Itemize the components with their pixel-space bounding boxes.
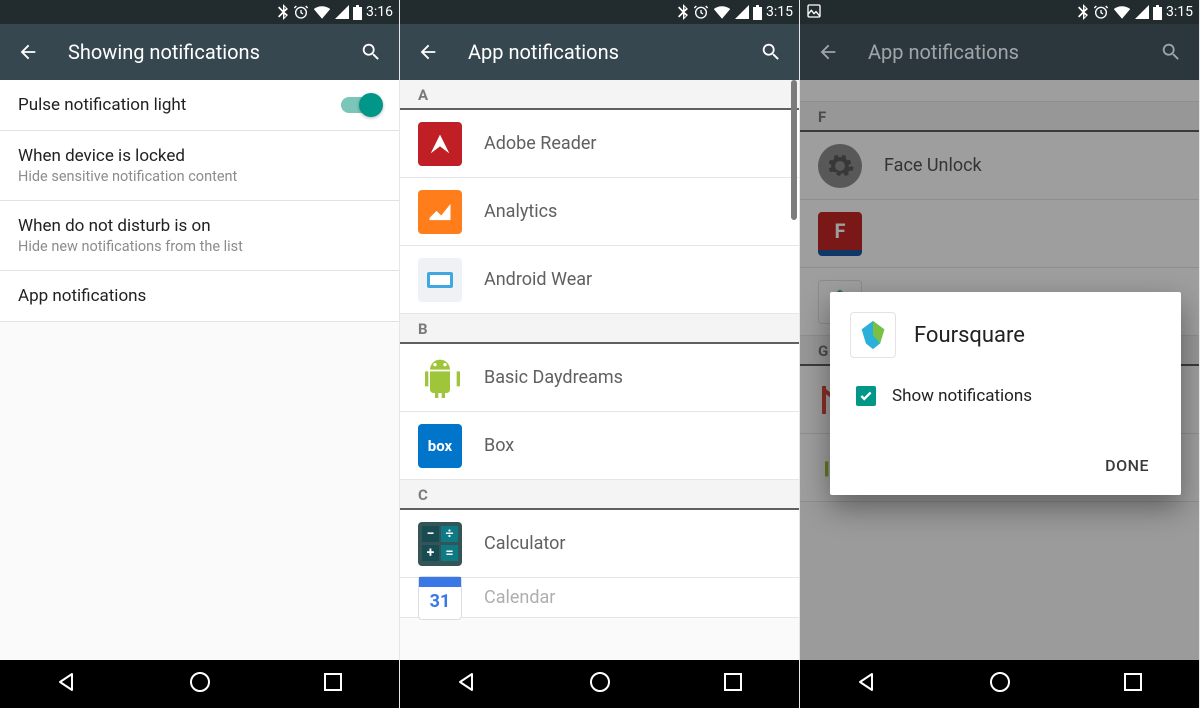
nav-home-icon[interactable]	[588, 670, 612, 698]
nav-recent-icon[interactable]	[722, 671, 744, 697]
nav-home-icon[interactable]	[988, 670, 1012, 698]
notification-icon	[806, 3, 822, 23]
wifi-icon	[713, 5, 731, 19]
bluetooth-icon	[1077, 4, 1089, 20]
app-label: Calendar	[484, 587, 555, 608]
bluetooth-icon	[277, 4, 289, 20]
app-label: Android Wear	[484, 269, 592, 290]
status-time: 3:15	[1166, 4, 1193, 20]
status-time: 3:15	[766, 4, 793, 20]
search-icon[interactable]	[751, 32, 791, 72]
status-bar: 3:15	[800, 0, 1199, 24]
alarm-icon	[693, 4, 709, 20]
app-label: Adobe Reader	[484, 133, 597, 154]
setting-title: Pulse notification light	[18, 95, 341, 115]
signal-icon	[1135, 5, 1149, 19]
dialog-title: Foursquare	[914, 323, 1025, 348]
nav-recent-icon[interactable]	[1122, 671, 1144, 697]
nav-back-icon[interactable]	[55, 670, 79, 698]
app-label: Calculator	[484, 533, 565, 554]
signal-icon	[735, 5, 749, 19]
section-header-b: B	[400, 314, 799, 344]
calendar-icon: 31	[418, 576, 462, 620]
nav-home-icon[interactable]	[188, 670, 212, 698]
page-title: App notifications	[868, 40, 1151, 64]
search-icon	[1151, 32, 1191, 72]
checkbox-label: Show notifications	[892, 386, 1032, 406]
scrollbar[interactable]	[791, 80, 797, 220]
page-title: App notifications	[468, 40, 751, 64]
nav-bar	[0, 660, 399, 708]
wifi-icon	[1113, 5, 1131, 19]
setting-title: When device is locked	[18, 146, 381, 166]
nav-bar	[400, 660, 799, 708]
app-label: Box	[484, 435, 514, 456]
setting-dnd[interactable]: When do not disturb is on Hide new notif…	[0, 201, 399, 271]
action-bar: App notifications	[800, 24, 1199, 80]
page-title: Showing notifications	[68, 40, 351, 64]
setting-subtitle: Hide new notifications from the list	[18, 238, 381, 255]
nav-back-icon[interactable]	[855, 670, 879, 698]
analytics-icon	[418, 190, 462, 234]
back-icon[interactable]	[408, 32, 448, 72]
box-icon: box	[418, 424, 462, 468]
action-bar: App notifications	[400, 24, 799, 80]
alarm-icon	[1093, 4, 1109, 20]
status-bar: 3:16	[0, 0, 399, 24]
setting-when-locked[interactable]: When device is locked Hide sensitive not…	[0, 131, 399, 201]
alarm-icon	[293, 4, 309, 20]
android-wear-icon	[418, 258, 462, 302]
back-icon[interactable]	[8, 32, 48, 72]
app-row-calendar[interactable]: 31 Calendar	[400, 578, 799, 618]
setting-title: When do not disturb is on	[18, 216, 381, 236]
nav-recent-icon[interactable]	[322, 671, 344, 697]
battery-icon	[353, 5, 362, 20]
app-row-calculator[interactable]: −÷+= Calculator	[400, 510, 799, 578]
foursquare-icon	[850, 312, 896, 358]
settings-list: Pulse notification light When device is …	[0, 80, 399, 660]
setting-pulse-light[interactable]: Pulse notification light	[0, 80, 399, 131]
toggle-switch[interactable]	[341, 97, 381, 113]
calculator-icon: −÷+=	[418, 522, 462, 566]
done-button[interactable]: DONE	[1093, 446, 1161, 485]
app-label: Analytics	[484, 201, 557, 222]
battery-icon	[753, 5, 762, 20]
adobe-reader-icon	[418, 122, 462, 166]
battery-icon	[1153, 5, 1162, 20]
section-header-a: A	[400, 80, 799, 110]
signal-icon	[335, 5, 349, 19]
app-row-box[interactable]: box Box	[400, 412, 799, 480]
app-row-basic-daydreams[interactable]: Basic Daydreams	[400, 344, 799, 412]
app-list[interactable]: A Adobe Reader Analytics Android Wear B …	[400, 80, 799, 660]
app-notification-dialog: Foursquare Show notifications DONE	[830, 292, 1181, 495]
app-row-android-wear[interactable]: Android Wear	[400, 246, 799, 314]
checkbox-icon	[856, 386, 876, 406]
screen-1: 3:16 Showing notifications Pulse notific…	[0, 0, 400, 708]
app-label: Basic Daydreams	[484, 367, 623, 388]
setting-title: App notifications	[18, 286, 381, 306]
status-time: 3:16	[366, 4, 393, 20]
app-row-analytics[interactable]: Analytics	[400, 178, 799, 246]
show-notifications-checkbox[interactable]: Show notifications	[856, 386, 1161, 406]
nav-bar	[800, 660, 1199, 708]
action-bar: Showing notifications	[0, 24, 399, 80]
section-header-c: C	[400, 480, 799, 510]
setting-app-notifications[interactable]: App notifications	[0, 271, 399, 322]
back-icon	[808, 32, 848, 72]
status-bar: 3:15	[400, 0, 799, 24]
screen-2: 3:15 App notifications A Adobe Reader An…	[400, 0, 800, 708]
app-list-background: F Face Unlock F Foursquare G Gmail Googl…	[800, 80, 1199, 660]
nav-back-icon[interactable]	[455, 670, 479, 698]
bluetooth-icon	[677, 4, 689, 20]
screen-3: 3:15 App notifications F Face Unlock F F…	[800, 0, 1200, 708]
setting-subtitle: Hide sensitive notification content	[18, 168, 381, 185]
android-icon	[418, 356, 462, 400]
search-icon[interactable]	[351, 32, 391, 72]
wifi-icon	[313, 5, 331, 19]
app-row-adobe-reader[interactable]: Adobe Reader	[400, 110, 799, 178]
